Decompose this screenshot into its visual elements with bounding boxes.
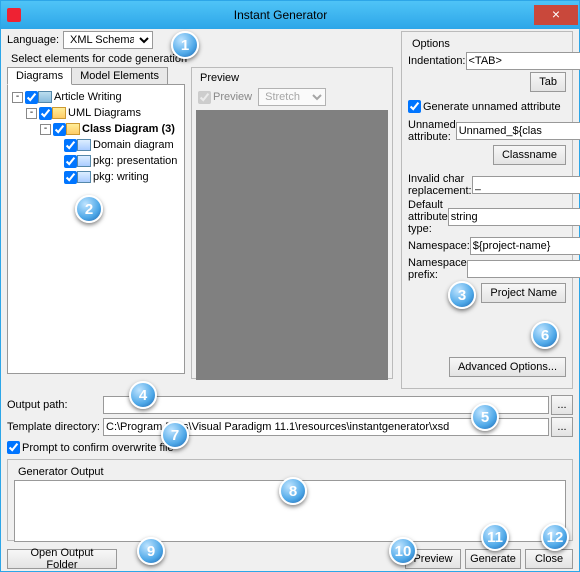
expander-icon[interactable]: - — [26, 108, 37, 119]
indentation-input[interactable] — [466, 52, 580, 70]
tree-class-diagram: Class Diagram (3) — [82, 123, 175, 135]
tab-diagrams[interactable]: Diagrams — [7, 67, 72, 85]
diagram-icon — [77, 171, 91, 183]
invalid-char-input[interactable] — [472, 176, 580, 194]
nsprefix-label: Namespace prefix: — [408, 257, 467, 281]
window-title: Instant Generator — [27, 8, 534, 22]
tree-check[interactable] — [64, 171, 77, 184]
project-icon — [38, 91, 52, 103]
tree-item: pkg: writing — [93, 171, 149, 183]
stretch-select[interactable]: Stretch — [258, 88, 326, 106]
preview-area — [196, 110, 388, 380]
template-dir-input[interactable] — [103, 418, 549, 436]
indentation-label: Indentation: — [408, 55, 466, 67]
app-icon — [7, 8, 21, 22]
titlebar: Instant Generator × — [1, 1, 579, 29]
output-path-label: Output path: — [7, 399, 103, 411]
prompt-overwrite-checkbox[interactable]: Prompt to confirm overwrite file — [7, 441, 174, 454]
tab-model-elements[interactable]: Model Elements — [71, 67, 168, 85]
close-button[interactable]: Close — [525, 549, 573, 569]
close-icon[interactable]: × — [534, 5, 578, 25]
tree-uml: UML Diagrams — [68, 107, 141, 119]
element-tabs: Diagrams Model Elements — [7, 67, 185, 85]
options-legend: Options — [410, 38, 452, 50]
classname-button[interactable]: Classname — [493, 145, 566, 165]
diagram-tree[interactable]: - Article Writing - UML Diagrams - Class Di… — [8, 85, 184, 373]
template-dir-label: Template directory: — [7, 421, 103, 433]
tree-check[interactable] — [64, 139, 77, 152]
default-attr-input[interactable] — [448, 208, 580, 226]
tree-check[interactable] — [25, 91, 38, 104]
generator-output-legend: Generator Output — [16, 466, 106, 478]
generator-output-area — [14, 480, 566, 542]
unnamed-input[interactable] — [456, 122, 580, 140]
open-output-folder-button[interactable]: Open Output Folder — [7, 549, 117, 569]
language-label: Language: — [7, 34, 63, 46]
window: Instant Generator × Language: XML Schema… — [0, 0, 580, 572]
select-elements-label: Select elements for code generation — [11, 53, 393, 65]
tree-item: pkg: presentation — [93, 155, 177, 167]
unnamed-label: Unnamed attribute: — [408, 119, 456, 143]
project-name-button[interactable]: Project Name — [481, 283, 566, 303]
diagram-icon — [77, 139, 91, 151]
template-dir-browse-button[interactable]: ... — [551, 417, 573, 437]
preview-checkbox[interactable]: Preview — [198, 91, 252, 104]
generate-unnamed-checkbox[interactable]: Generate unnamed attribute — [408, 100, 561, 113]
tree-root: Article Writing — [54, 91, 122, 103]
tree-check[interactable] — [64, 155, 77, 168]
preview-button[interactable]: Preview — [405, 549, 461, 569]
preview-legend: Preview — [198, 72, 241, 84]
folder-icon — [66, 123, 80, 135]
folder-icon — [52, 107, 66, 119]
diagram-icon — [77, 155, 91, 167]
language-select[interactable]: XML Schema — [63, 31, 153, 49]
advanced-options-button[interactable]: Advanced Options... — [449, 357, 566, 377]
tree-check[interactable] — [53, 123, 66, 136]
output-path-input[interactable] — [103, 396, 549, 414]
tree-check[interactable] — [39, 107, 52, 120]
namespace-input[interactable] — [470, 237, 580, 255]
content: Language: XML Schema Select elements for… — [7, 31, 573, 565]
tree-item: Domain diagram — [93, 139, 174, 151]
expander-icon[interactable]: - — [12, 92, 23, 103]
default-attr-label: Default attribute type: — [408, 199, 448, 235]
namespace-label: Namespace: — [408, 240, 470, 252]
nsprefix-input[interactable] — [467, 260, 580, 278]
invalid-char-label: Invalid char replacement: — [408, 173, 472, 197]
output-path-browse-button[interactable]: ... — [551, 395, 573, 415]
generate-button[interactable]: Generate — [465, 549, 521, 569]
expander-icon[interactable]: - — [40, 124, 51, 135]
tab-button[interactable]: Tab — [530, 72, 566, 92]
